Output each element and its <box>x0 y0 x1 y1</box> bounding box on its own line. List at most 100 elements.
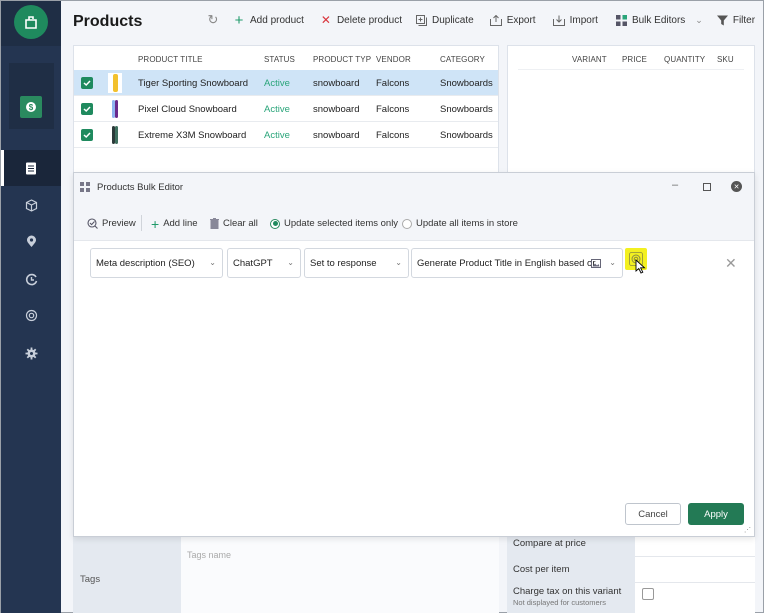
tags-input[interactable]: Tags name <box>181 537 499 613</box>
status-badge: Active <box>264 130 290 141</box>
compare-at-price-label: Compare at price <box>507 537 635 557</box>
add-line-label: Add line <box>163 218 198 229</box>
radio-button-unselected[interactable] <box>402 218 412 229</box>
prompt-select[interactable]: Generate Product Title in English based … <box>411 248 623 278</box>
charge-tax-checkbox[interactable] <box>642 588 654 600</box>
prompt-select-value: Generate Product Title in English based … <box>417 257 596 269</box>
page-header: Products ↻ + Add product ✕ Delete produc… <box>61 1 763 43</box>
preview-label: Preview <box>102 218 136 229</box>
product-type: snowboard <box>313 78 360 89</box>
svg-text:$: $ <box>29 103 34 112</box>
radio-button-selected[interactable] <box>270 218 280 229</box>
product-type: snowboard <box>313 104 360 115</box>
row-checkbox[interactable] <box>81 103 93 115</box>
duplicate-icon <box>415 14 427 26</box>
dialog-header[interactable]: Products Bulk Editor – ✕ <box>74 173 754 201</box>
add-product-button[interactable]: + Add product <box>233 11 304 29</box>
column-header-sku[interactable]: SKU <box>717 55 734 64</box>
radio-update-selected[interactable]: Update selected items only <box>270 218 398 229</box>
remove-line-icon[interactable]: ✕ <box>725 255 737 272</box>
radio-update-all-label: Update all items in store <box>416 218 518 229</box>
column-header-type[interactable]: PRODUCT TYP <box>313 55 371 64</box>
tags-label: Tags <box>80 574 101 585</box>
row-checkbox[interactable] <box>81 77 93 89</box>
column-header-title[interactable]: PRODUCT TITLE <box>138 55 203 64</box>
column-header-vendor[interactable]: VENDOR <box>376 55 411 64</box>
product-thumbnail <box>112 126 118 144</box>
radio-update-all[interactable]: Update all items in store <box>402 218 518 229</box>
column-header-status[interactable]: STATUS <box>264 55 295 64</box>
chevron-down-icon[interactable]: ⌄ <box>695 15 703 26</box>
category: Snowboards <box>440 104 493 115</box>
provider-select-value: ChatGPT <box>233 257 273 269</box>
import-icon <box>552 15 565 26</box>
toolbar-divider <box>141 215 142 231</box>
status-badge: Active <box>264 104 290 115</box>
action-select[interactable]: Set to response ⌄ <box>304 248 409 278</box>
table-row[interactable]: Pixel Cloud Snowboard Active snowboard F… <box>74 96 498 122</box>
column-header-variant[interactable]: VARIANT <box>572 55 607 64</box>
document-icon <box>26 162 36 174</box>
charge-tax-block: Charge tax on this variant Not displayed… <box>507 583 635 613</box>
import-button[interactable]: Import <box>552 14 598 26</box>
main-toolbar: ↻ + Add product ✕ Delete product Duplica… <box>207 11 756 29</box>
add-product-label: Add product <box>250 14 304 26</box>
filter-button[interactable]: Filter <box>716 15 755 26</box>
preview-icon <box>87 218 98 229</box>
product-type: snowboard <box>313 130 360 141</box>
column-header-category[interactable]: CATEGORY <box>440 55 485 64</box>
tags-section: Tags Tags name <box>73 537 499 613</box>
maximize-icon[interactable] <box>703 183 711 191</box>
table-row[interactable]: Tiger Sporting Snowboard Active snowboar… <box>74 70 498 96</box>
product-title[interactable]: Extreme X3M Snowboard <box>138 130 246 141</box>
sidebar-item-locations[interactable] <box>1 223 61 259</box>
x-icon: ✕ <box>320 13 331 27</box>
column-header-price[interactable]: PRICE <box>622 55 647 64</box>
field-select[interactable]: Meta description (SEO) ⌄ <box>90 248 223 278</box>
row-checkbox[interactable] <box>81 129 93 141</box>
delete-product-label: Delete product <box>336 14 402 26</box>
vendor: Falcons <box>376 78 410 89</box>
store-switcher[interactable]: $ <box>9 63 54 129</box>
chevron-down-icon: ⌄ <box>287 258 294 267</box>
check-icon <box>83 106 91 113</box>
app-logo[interactable] <box>14 5 48 39</box>
bulk-editors-button[interactable]: Bulk Editors <box>615 14 686 26</box>
vendor: Falcons <box>376 104 410 115</box>
sidebar-item-ai[interactable] <box>1 297 61 333</box>
apply-button[interactable]: Apply <box>688 503 744 525</box>
import-label: Import <box>569 14 598 26</box>
export-button[interactable]: Export <box>489 14 536 26</box>
sidebar: $ <box>1 1 61 613</box>
close-icon[interactable]: ✕ <box>731 181 742 192</box>
charge-tax-label: Charge tax on this variant <box>513 586 622 597</box>
refresh-icon[interactable]: ↻ <box>207 12 219 27</box>
delete-product-button[interactable]: ✕ Delete product <box>320 13 402 27</box>
clear-all-button[interactable]: Clear all <box>210 218 258 229</box>
sidebar-item-inventory[interactable] <box>1 187 61 223</box>
add-line-button[interactable]: + Add line <box>151 217 198 231</box>
store-icon: $ <box>20 96 42 118</box>
plus-icon: + <box>234 11 244 29</box>
radio-update-selected-label: Update selected items only <box>284 218 399 229</box>
bag-icon <box>25 16 37 29</box>
sidebar-item-settings[interactable] <box>1 335 61 371</box>
product-title[interactable]: Tiger Sporting Snowboard <box>138 78 248 89</box>
grid-icon <box>615 14 627 26</box>
cancel-button[interactable]: Cancel <box>625 503 681 525</box>
sidebar-item-products[interactable] <box>1 150 61 186</box>
products-table: PRODUCT TITLE STATUS PRODUCT TYP VENDOR … <box>73 45 499 173</box>
provider-select[interactable]: ChatGPT ⌄ <box>227 248 301 278</box>
variants-table: VARIANT PRICE QUANTITY SKU <box>507 45 755 173</box>
table-row[interactable]: Extreme X3M Snowboard Active snowboard F… <box>74 122 498 148</box>
openai-icon <box>25 309 37 321</box>
resize-handle[interactable]: ⋰ <box>744 526 751 534</box>
preview-button[interactable]: Preview <box>87 218 136 229</box>
sidebar-item-history[interactable] <box>1 261 61 297</box>
product-title[interactable]: Pixel Cloud Snowboard <box>138 104 237 115</box>
dialog-title: Products Bulk Editor <box>97 182 184 193</box>
minimize-icon[interactable]: – <box>672 179 678 191</box>
duplicate-button[interactable]: Duplicate <box>415 14 474 26</box>
bulk-editors-label: Bulk Editors <box>631 14 686 26</box>
column-header-quantity[interactable]: QUANTITY <box>664 55 705 64</box>
